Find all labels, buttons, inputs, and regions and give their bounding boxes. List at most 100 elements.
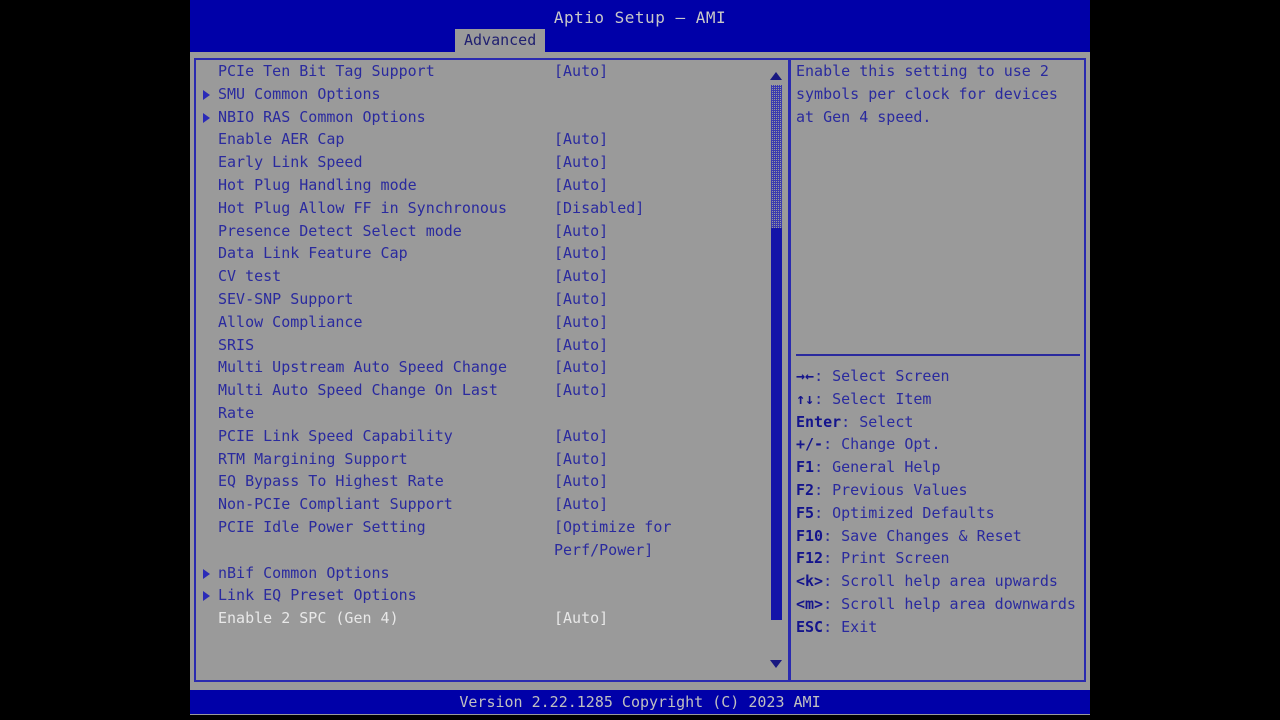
panel-divider <box>788 60 791 680</box>
legend-key: F1 <box>796 458 815 477</box>
menu-setting-row[interactable]: Allow Compliance [Auto] <box>196 311 788 334</box>
menu-item-label: Link EQ Preset Options <box>218 586 417 605</box>
menu-item-value[interactable]: [Auto] <box>554 311 608 334</box>
menu-setting-row[interactable]: SRIS [Auto] <box>196 334 788 357</box>
legend-key: <m> <box>796 594 824 613</box>
menu-item-label: NBIO RAS Common Options <box>218 107 426 126</box>
menu-setting-row[interactable]: PCIe Ten Bit Tag Support [Auto] <box>196 60 788 83</box>
menu-setting-row[interactable]: Non-PCIe Compliant Support [Auto] <box>196 493 788 516</box>
help-text-line: Enable this setting to use 2 <box>796 62 1049 80</box>
legend-action: : Scroll help area upwards <box>823 572 1058 591</box>
menu-setting-row[interactable]: Enable 2 SPC (Gen 4) [Auto] <box>196 607 788 630</box>
legend-key: +/- <box>796 435 824 454</box>
bios-screen: Aptio Setup – AMI Advanced PCIe Ten Bit … <box>0 0 1280 720</box>
menu-item-value[interactable]: [Auto] <box>554 128 608 151</box>
legend-key: →← <box>796 367 815 385</box>
legend-action: : Save Changes & Reset <box>823 526 1022 545</box>
legend-entry: +/-: Change Opt. <box>796 433 1080 456</box>
menu-submenu-row[interactable]: nBif Common Options <box>196 562 788 585</box>
settings-menu[interactable]: PCIe Ten Bit Tag Support [Auto] SMU Common… <box>196 60 788 680</box>
menu-item-value[interactable]: Perf/Power] <box>554 539 653 562</box>
scrollbar-thumb[interactable] <box>771 228 782 620</box>
menu-item-value[interactable]: [Auto] <box>554 493 608 516</box>
help-text-line: at Gen 4 speed. <box>796 107 932 126</box>
menu-setting-row[interactable]: CV test [Auto] <box>196 265 788 288</box>
title-bar: Aptio Setup – AMI Advanced <box>190 0 1090 52</box>
submenu-arrow-icon <box>203 89 210 100</box>
menu-setting-row[interactable]: Multi Upstream Auto Speed Change [Auto] <box>196 356 788 379</box>
menu-item-value[interactable]: [Auto] <box>554 220 608 243</box>
menu-setting-row[interactable]: Hot Plug Allow FF in Synchronous [Disable… <box>196 197 788 220</box>
scroll-up-arrow-icon[interactable] <box>770 72 782 80</box>
legend-action: : Select Screen <box>814 367 950 385</box>
menu-setting-row[interactable]: Rate <box>196 402 788 425</box>
help-text-line: symbols per clock for devices <box>796 84 1058 103</box>
legend-action: : Select Item <box>814 389 932 408</box>
menu-item-label: EQ Bypass To Highest Rate <box>218 472 444 491</box>
menu-item-label: nBif Common Options <box>218 563 390 582</box>
menu-item-label: Non-PCIe Compliant Support <box>218 495 453 514</box>
menu-item-value[interactable]: [Auto] <box>554 174 608 197</box>
legend-key: ESC <box>796 617 824 636</box>
menu-item-value[interactable]: [Auto] <box>554 265 608 288</box>
menu-item-value[interactable]: [Auto] <box>554 356 608 379</box>
menu-item-value[interactable]: [Auto] <box>554 448 608 471</box>
menu-item-value[interactable]: [Optimize for <box>554 516 671 539</box>
menu-setting-row[interactable]: Presence Detect Select mode [Auto] <box>196 220 788 243</box>
menu-setting-row[interactable]: Enable AER Cap [Auto] <box>196 128 788 151</box>
menu-setting-row[interactable]: SEV-SNP Support [Auto] <box>196 288 788 311</box>
menu-item-value[interactable]: [Auto] <box>554 288 608 311</box>
menu-item-value[interactable]: [Auto] <box>554 151 608 174</box>
menu-item-value[interactable]: [Disabled] <box>554 197 644 220</box>
menu-setting-row[interactable]: Hot Plug Handling mode [Auto] <box>196 174 788 197</box>
menu-scrollbar[interactable] <box>768 60 784 678</box>
page-title: Aptio Setup – AMI <box>553 8 727 27</box>
menu-item-label: Hot Plug Allow FF in Synchronous <box>218 198 507 217</box>
menu-setting-row[interactable]: EQ Bypass To Highest Rate [Auto] <box>196 470 788 493</box>
menu-setting-row[interactable]: PCIE Idle Power Setting [Optimize for <box>196 516 788 539</box>
legend-entry: ESC: Exit <box>796 616 1080 639</box>
menu-item-label: SEV-SNP Support <box>218 289 354 308</box>
menu-item-label: PCIE Link Speed Capability <box>218 426 453 445</box>
legend-key: Enter <box>796 412 842 431</box>
menu-setting-row[interactable]: Multi Auto Speed Change On Last [Auto] <box>196 379 788 402</box>
legend-entry: F5: Optimized Defaults <box>796 502 1080 525</box>
menu-item-label: Data Link Feature Cap <box>218 244 408 263</box>
help-divider <box>796 354 1080 356</box>
legend-entry: F2: Previous Values <box>796 479 1080 502</box>
menu-setting-row[interactable]: PCIE Link Speed Capability [Auto] <box>196 425 788 448</box>
menu-setting-row[interactable]: Early Link Speed [Auto] <box>196 151 788 174</box>
menu-item-value[interactable]: [Auto] <box>554 425 608 448</box>
legend-action: : Change Opt. <box>823 435 941 454</box>
scroll-down-arrow-icon[interactable] <box>770 660 782 668</box>
menu-item-value[interactable]: [Auto] <box>554 379 608 402</box>
menu-item-label: SRIS <box>218 335 255 354</box>
menu-item-label: PCIE Idle Power Setting <box>218 517 426 536</box>
content-area: PCIe Ten Bit Tag Support [Auto] SMU Common… <box>190 52 1090 688</box>
help-text: Enable this setting to use 2 symbols per … <box>796 60 1080 128</box>
menu-submenu-row[interactable]: SMU Common Options <box>196 83 788 106</box>
legend-action: : Optimized Defaults <box>814 503 995 522</box>
legend-entry: <k>: Scroll help area upwards <box>796 570 1080 593</box>
menu-setting-row[interactable]: Perf/Power] <box>196 539 788 562</box>
menu-submenu-row[interactable]: Link EQ Preset Options <box>196 584 788 607</box>
legend-key: F2 <box>796 480 815 499</box>
menu-item-value[interactable]: [Auto] <box>554 334 608 357</box>
menu-item-value[interactable]: [Auto] <box>554 60 608 83</box>
menu-setting-row[interactable]: RTM Margining Support [Auto] <box>196 448 788 471</box>
legend-action: : Select <box>841 412 914 431</box>
version-text: Version 2.22.1285 Copyright (C) 2023 AMI <box>459 693 821 711</box>
legend-key: F12 <box>796 549 824 568</box>
menu-item-value[interactable]: [Auto] <box>554 607 608 630</box>
legend-action: : Exit <box>823 617 878 636</box>
menu-item-value[interactable]: [Auto] <box>554 242 608 265</box>
menu-setting-row[interactable]: Data Link Feature Cap [Auto] <box>196 242 788 265</box>
tab-advanced[interactable]: Advanced <box>455 29 546 52</box>
menu-item-label: RTM Margining Support <box>218 449 408 468</box>
menu-item-label: Multi Upstream Auto Speed Change <box>218 358 507 377</box>
menu-submenu-row[interactable]: NBIO RAS Common Options <box>196 106 788 129</box>
legend-entry: Enter: Select <box>796 411 1080 434</box>
legend-key: F10 <box>796 526 824 545</box>
menu-item-value[interactable]: [Auto] <box>554 470 608 493</box>
menu-item-label: Multi Auto Speed Change On Last <box>218 381 498 400</box>
